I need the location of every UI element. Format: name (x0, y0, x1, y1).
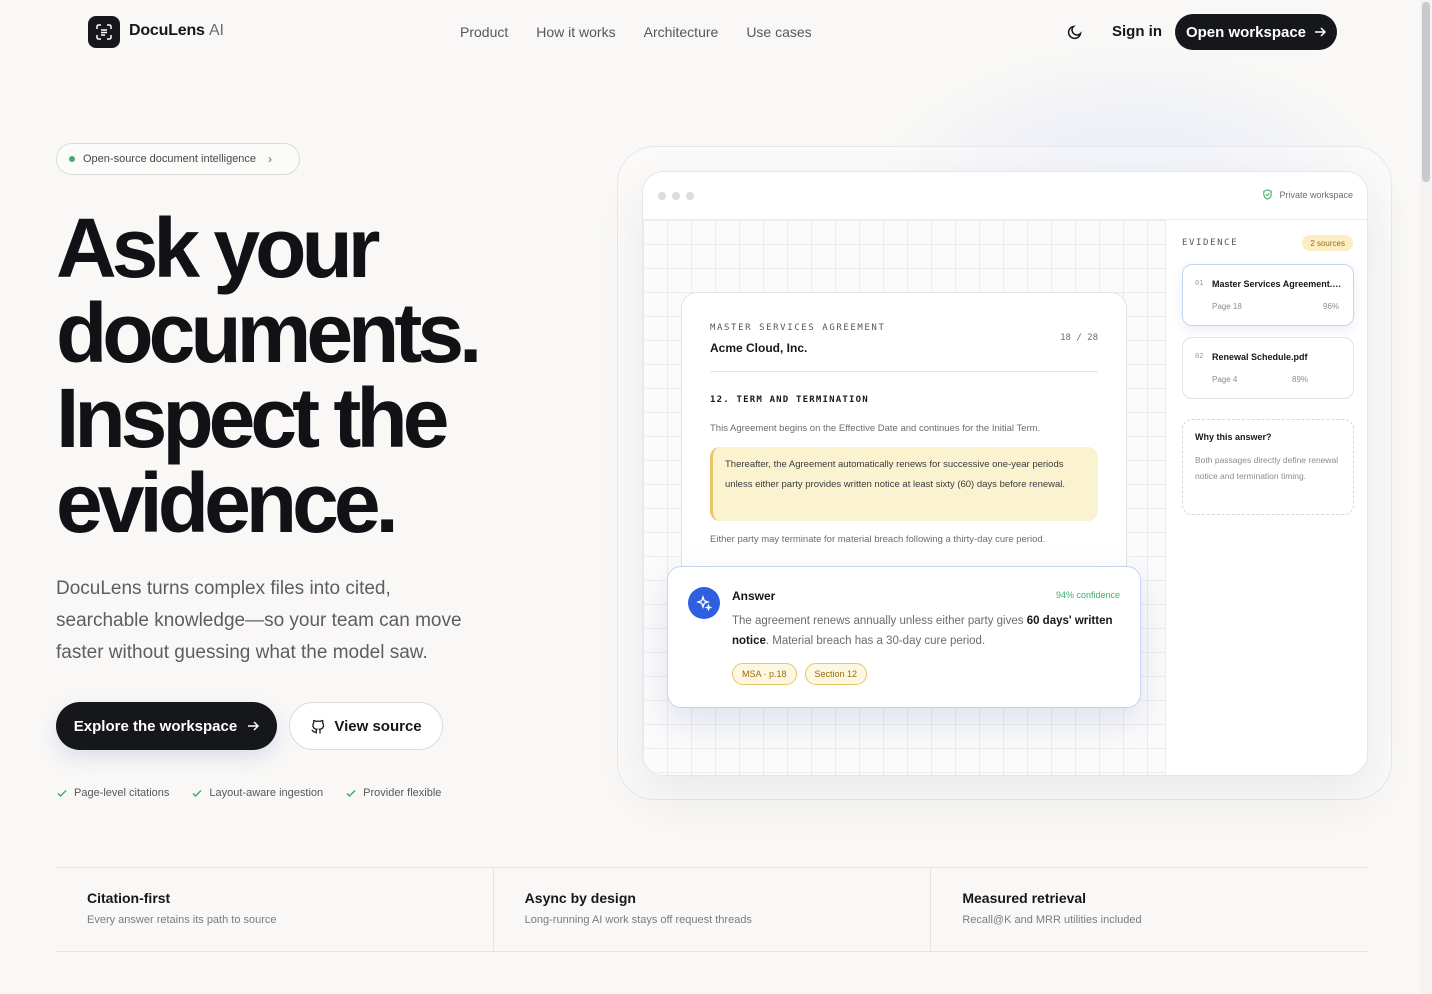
top-nav: DocuLens AI Product How it works Archite… (0, 0, 1420, 64)
evidence-source-item[interactable]: 01 Master Services Agreement.pdf Page 18… (1182, 264, 1354, 326)
hero-headline: Ask your documents. Inspect the evidence… (56, 206, 576, 546)
confidence-badge: 94% confidence (1055, 590, 1120, 600)
check-item: Provider flexible (345, 787, 441, 799)
check-label: Page-level citations (74, 787, 170, 799)
source-page: Page 18 (1212, 302, 1242, 311)
nav-link-product[interactable]: Product (460, 24, 508, 40)
headline-line-3: Inspect the (56, 371, 449, 465)
feature-title: Async by design (524, 890, 636, 906)
mockup-titlebar: Private workspace (643, 172, 1367, 220)
scrollbar-thumb[interactable] (1422, 2, 1430, 182)
check-icon (57, 789, 67, 798)
doc-paragraph: This Agreement begins on the Effective D… (710, 423, 1041, 434)
source-name: Master Services Agreement.pdf (1212, 279, 1344, 289)
explore-label: Explore the workspace (73, 717, 238, 735)
view-source-label: View source (334, 717, 422, 735)
github-icon (311, 719, 325, 734)
headline-line-1: Ask your (56, 201, 380, 295)
feature-citation-first: Citation-first Every answer retains its … (56, 868, 494, 951)
chevron-right-icon: › (268, 152, 273, 166)
answer-text: The agreement renews annually unless eit… (732, 611, 1122, 651)
answer-card: Answer 94% confidence The agreement rene… (667, 566, 1141, 708)
headline-line-2: documents. (56, 286, 482, 380)
citation-chip[interactable]: Section 12 (804, 663, 868, 685)
citation-chips: MSA · p.18 Section 12 (732, 663, 868, 685)
brand-name[interactable]: DocuLens AI (129, 22, 224, 40)
open-workspace-label: Open workspace (1185, 23, 1307, 41)
source-number: 02 (1195, 352, 1204, 360)
open-workspace-button[interactable]: Open workspace (1175, 14, 1337, 50)
doc-eyebrow: MASTER SERVICES AGREEMENT (710, 323, 886, 333)
doc-company: Acme Cloud, Inc. (710, 341, 808, 355)
source-score: 96% (1323, 302, 1340, 311)
feature-desc: Long-running AI work stays off request t… (524, 914, 752, 926)
doc-highlighted-passage[interactable]: Thereafter, the Agreement automatically … (710, 447, 1098, 521)
workspace-mockup: Private workspace MASTER SERVICES AGREEM… (642, 171, 1368, 776)
check-label: Provider flexible (363, 787, 442, 799)
shield-check-icon (1263, 189, 1273, 200)
brand-text: DocuLens (129, 22, 205, 39)
private-label-text: Private workspace (1279, 189, 1353, 200)
headline-line-4: evidence. (56, 456, 399, 550)
evidence-source-item[interactable]: 02 Renewal Schedule.pdf Page 4 89% (1182, 337, 1354, 399)
document-page: MASTER SERVICES AGREEMENT Acme Cloud, In… (681, 292, 1127, 582)
sparkle-icon (688, 587, 720, 619)
answer-title: Answer (732, 589, 776, 603)
feature-title: Measured retrieval (962, 890, 1087, 906)
feature-measured-retrieval: Measured retrieval Recall@K and MRR util… (931, 868, 1368, 951)
source-page: Page 4 (1212, 375, 1238, 384)
nav-link-architecture[interactable]: Architecture (644, 24, 719, 40)
feature-checks: Page-level citations Layout-aware ingest… (56, 787, 441, 799)
explore-workspace-button[interactable]: Explore the workspace (56, 702, 277, 750)
window-dot (672, 192, 680, 200)
status-dot (69, 156, 75, 162)
answer-text-part: The agreement renews annually unless eit… (732, 615, 1027, 627)
sign-in-link[interactable]: Sign in (1112, 23, 1162, 40)
arrow-right-icon (1315, 27, 1327, 37)
announcement-pill[interactable]: Open-source document intelligence › (56, 143, 300, 175)
check-item: Layout-aware ingestion (191, 787, 323, 799)
doc-paragraph: Either party may terminate for material … (710, 534, 1046, 545)
brand-suffix: AI (209, 22, 224, 39)
feature-async-by-design: Async by design Long-running AI work sta… (494, 868, 932, 951)
evidence-panel: EVIDENCE 2 sources 01 Master Services Ag… (1165, 220, 1367, 775)
check-icon (346, 789, 356, 798)
window-dot (686, 192, 694, 200)
logo-icon[interactable] (88, 16, 120, 48)
why-title: Why this answer? (1195, 432, 1272, 442)
doc-divider (710, 371, 1098, 372)
page-scrollbar[interactable] (1420, 0, 1432, 994)
answer-text-part: . Material breach has a 30-day cure peri… (765, 635, 986, 647)
doc-section-heading: 12. TERM AND TERMINATION (710, 395, 869, 405)
pill-label: Open-source document intelligence (83, 153, 257, 165)
citation-chip[interactable]: MSA · p.18 (732, 663, 797, 685)
check-icon (192, 789, 202, 798)
private-workspace-label: Private workspace (1262, 189, 1353, 200)
nav-link-how-it-works[interactable]: How it works (536, 24, 615, 40)
document-canvas: MASTER SERVICES AGREEMENT Acme Cloud, In… (643, 220, 1165, 775)
window-dot (658, 192, 666, 200)
moon-icon[interactable] (1066, 23, 1084, 41)
arrow-right-icon (248, 721, 260, 731)
check-label: Layout-aware ingestion (209, 787, 324, 799)
nav-link-use-cases[interactable]: Use cases (746, 24, 811, 40)
why-this-answer-box: Why this answer? Both passages directly … (1182, 419, 1354, 515)
feature-title: Citation-first (87, 890, 171, 906)
sources-count-badge: 2 sources (1302, 235, 1353, 251)
source-score: 89% (1292, 375, 1309, 384)
why-text: Both passages directly define renewal no… (1195, 455, 1339, 481)
feature-desc: Every answer retains its path to source (87, 914, 277, 926)
nav-links: Product How it works Architecture Use ca… (460, 24, 812, 40)
feature-strip: Citation-first Every answer retains its … (56, 867, 1368, 952)
doc-page-number: 18 / 28 (1060, 333, 1098, 343)
hero-subtitle: DocuLens turns complex files into cited,… (56, 578, 462, 663)
source-number: 01 (1195, 279, 1204, 287)
feature-desc: Recall@K and MRR utilities included (962, 914, 1142, 926)
evidence-label: EVIDENCE (1182, 238, 1239, 248)
view-source-button[interactable]: View source (289, 702, 443, 750)
source-name: Renewal Schedule.pdf (1212, 352, 1308, 362)
check-item: Page-level citations (56, 787, 169, 799)
